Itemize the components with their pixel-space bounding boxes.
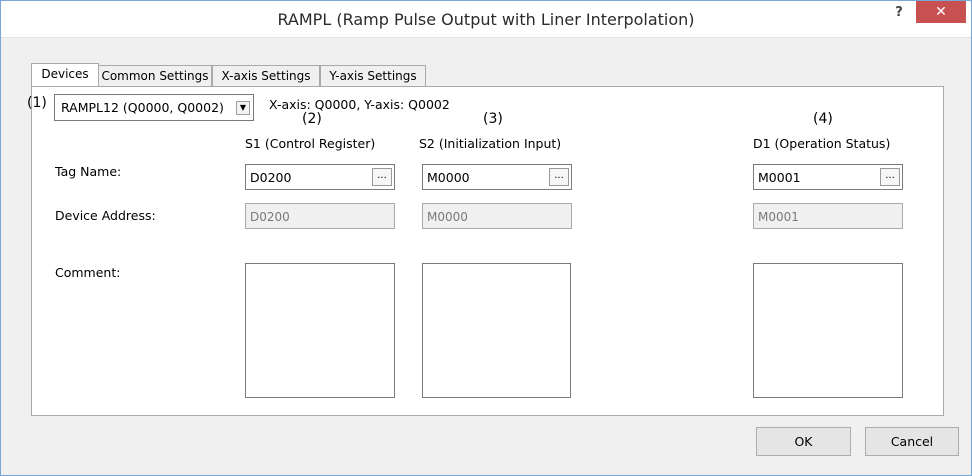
d1-comment-field[interactable] (753, 263, 903, 398)
chevron-down-icon[interactable]: ▼ (236, 101, 250, 115)
marker-4: (4) (813, 111, 833, 127)
column-header-s2: S2 (Initialization Input) (419, 136, 562, 151)
comment-label: Comment: (55, 265, 121, 280)
marker-2: (2) (302, 111, 322, 127)
d1-browse-button[interactable]: ... (880, 168, 900, 186)
tab-common-settings[interactable]: Common Settings (98, 65, 212, 87)
device-address-label: Device Address: (55, 208, 156, 223)
s2-comment-field[interactable] (422, 263, 571, 398)
s1-device-address-value: D0200 (250, 210, 290, 224)
s2-browse-button[interactable]: ... (549, 168, 569, 186)
s2-tag-name-field[interactable]: M0000 ... (422, 164, 572, 190)
d1-tag-name-value: M0001 (758, 170, 801, 185)
column-header-d1: D1 (Operation Status) (753, 136, 891, 151)
s2-tag-name-value: M0000 (427, 170, 470, 185)
s1-browse-button[interactable]: ... (372, 168, 392, 186)
tag-name-label: Tag Name: (55, 164, 122, 179)
s2-device-address-field: M0000 (422, 203, 572, 229)
d1-device-address-field: M0001 (753, 203, 903, 229)
d1-tag-name-field[interactable]: M0001 ... (753, 164, 903, 190)
axis-info-text: X-axis: Q0000, Y-axis: Q0002 (269, 97, 450, 112)
marker-1: (1) (27, 95, 47, 111)
title-bar: RAMPL (Ramp Pulse Output with Liner Inte… (1, 1, 971, 38)
marker-3: (3) (483, 111, 503, 127)
tab-y-axis-settings[interactable]: Y-axis Settings (320, 65, 426, 87)
cancel-button[interactable]: Cancel (865, 427, 959, 456)
s1-tag-name-value: D0200 (250, 170, 292, 185)
close-button[interactable]: ✕ (916, 1, 966, 23)
instruction-select-value: RAMPL12 (Q0000, Q0002) (61, 100, 224, 115)
instruction-select[interactable]: RAMPL12 (Q0000, Q0002) ▼ (54, 94, 254, 121)
s1-comment-field[interactable] (245, 263, 395, 398)
tab-devices[interactable]: Devices (31, 63, 99, 88)
d1-device-address-value: M0001 (758, 210, 799, 224)
close-icon: ✕ (935, 4, 947, 20)
column-header-s1: S1 (Control Register) (245, 136, 376, 151)
tab-x-axis-settings[interactable]: X-axis Settings (212, 65, 320, 87)
s1-tag-name-field[interactable]: D0200 ... (245, 164, 395, 190)
s2-device-address-value: M0000 (427, 210, 468, 224)
ok-button[interactable]: OK (756, 427, 851, 456)
window-title: RAMPL (Ramp Pulse Output with Liner Inte… (277, 10, 695, 29)
dialog-window: RAMPL (Ramp Pulse Output with Liner Inte… (0, 0, 972, 476)
s1-device-address-field: D0200 (245, 203, 395, 229)
help-button[interactable]: ? (886, 3, 912, 25)
